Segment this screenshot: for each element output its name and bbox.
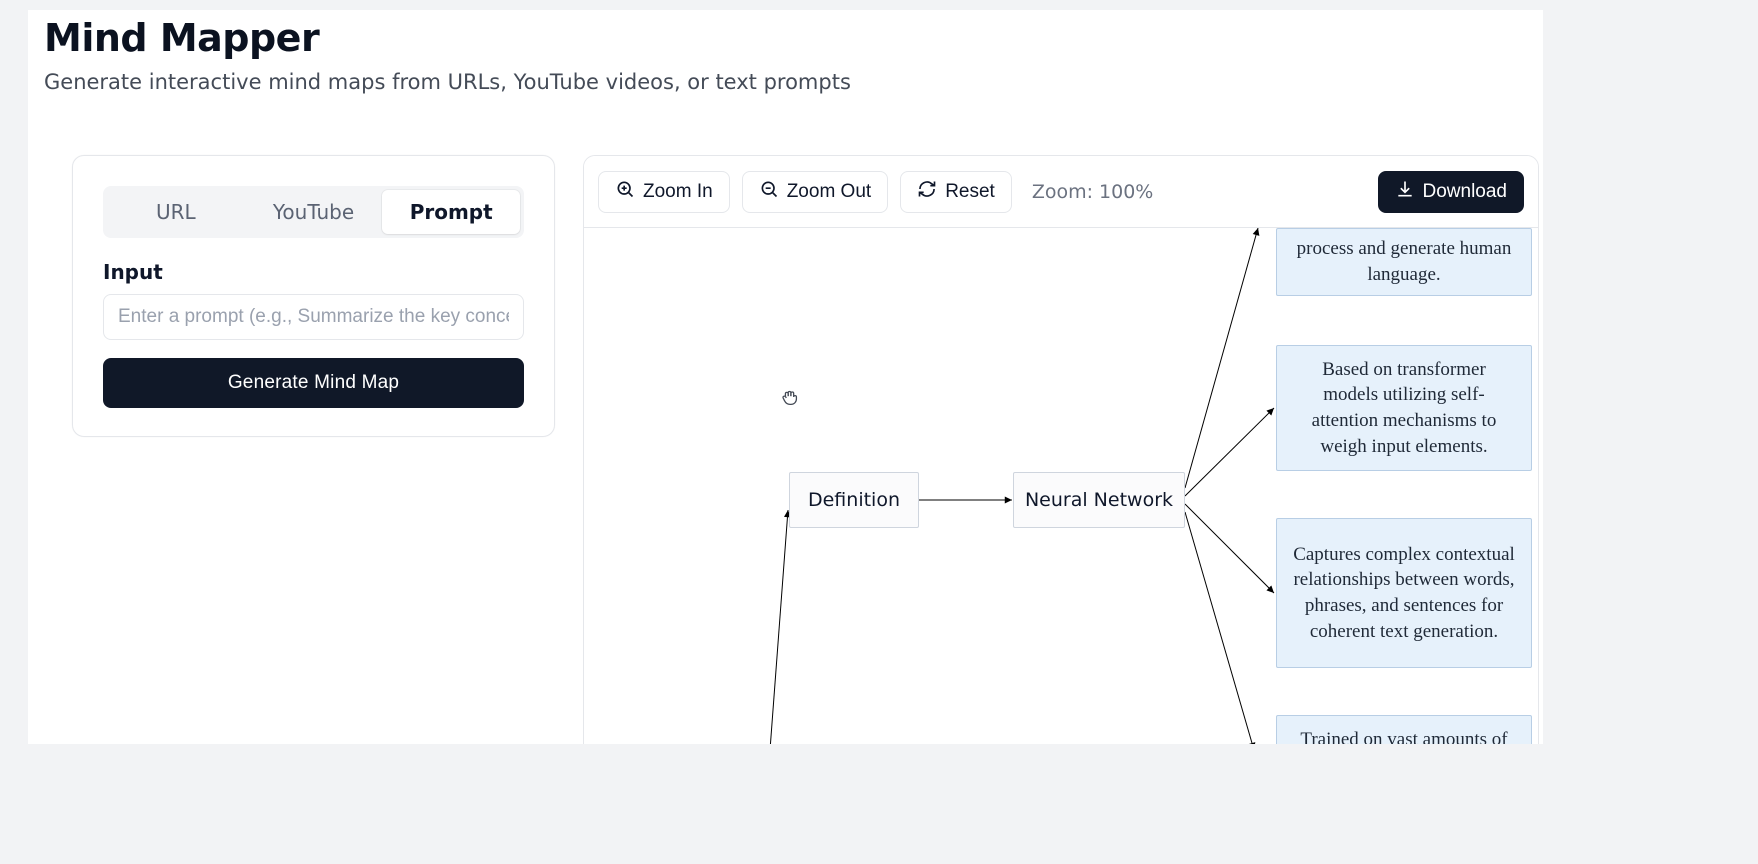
download-icon	[1395, 179, 1415, 205]
tab-prompt[interactable]: Prompt	[382, 190, 520, 234]
zoom-in-label: Zoom In	[643, 181, 713, 203]
reset-label: Reset	[945, 181, 995, 203]
zoom-readout: Zoom: 100%	[1032, 181, 1154, 203]
prompt-input[interactable]	[103, 294, 524, 340]
node-leaf1[interactable]: process and generate human language.	[1276, 228, 1532, 296]
zoom-out-label: Zoom Out	[787, 181, 871, 203]
node-neural-network[interactable]: Neural Network	[1013, 472, 1185, 528]
node-leaf4[interactable]: Trained on vast amounts of	[1276, 715, 1532, 744]
node-leaf2[interactable]: Based on transformer models utilizing se…	[1276, 345, 1532, 471]
zoom-out-button[interactable]: Zoom Out	[742, 171, 888, 213]
download-button[interactable]: Download	[1378, 171, 1525, 213]
input-label: Input	[103, 260, 524, 284]
page-title: Mind Mapper	[44, 16, 1527, 60]
mindmap-canvas[interactable]: Definition Neural Network process and gene…	[584, 228, 1538, 744]
zoom-in-icon	[615, 179, 635, 205]
zoom-in-button[interactable]: Zoom In	[598, 171, 730, 213]
download-label: Download	[1423, 181, 1508, 203]
tab-youtube[interactable]: YouTube	[245, 190, 383, 234]
node-definition[interactable]: Definition	[789, 472, 919, 528]
reset-button[interactable]: Reset	[900, 171, 1012, 213]
input-panel: URL YouTube Prompt Input Generate Mind M…	[72, 155, 555, 437]
canvas-toolbar: Zoom In Zoom Out Reset Zoom:	[584, 156, 1538, 228]
tab-url[interactable]: URL	[107, 190, 245, 234]
zoom-out-icon	[759, 179, 779, 205]
generate-button[interactable]: Generate Mind Map	[103, 358, 524, 408]
node-leaf3[interactable]: Captures complex contextual relationship…	[1276, 518, 1532, 668]
refresh-icon	[917, 179, 937, 205]
page-subtitle: Generate interactive mind maps from URLs…	[44, 70, 1527, 94]
input-tabs: URL YouTube Prompt	[103, 186, 524, 238]
canvas-panel: Zoom In Zoom Out Reset Zoom:	[583, 155, 1539, 744]
